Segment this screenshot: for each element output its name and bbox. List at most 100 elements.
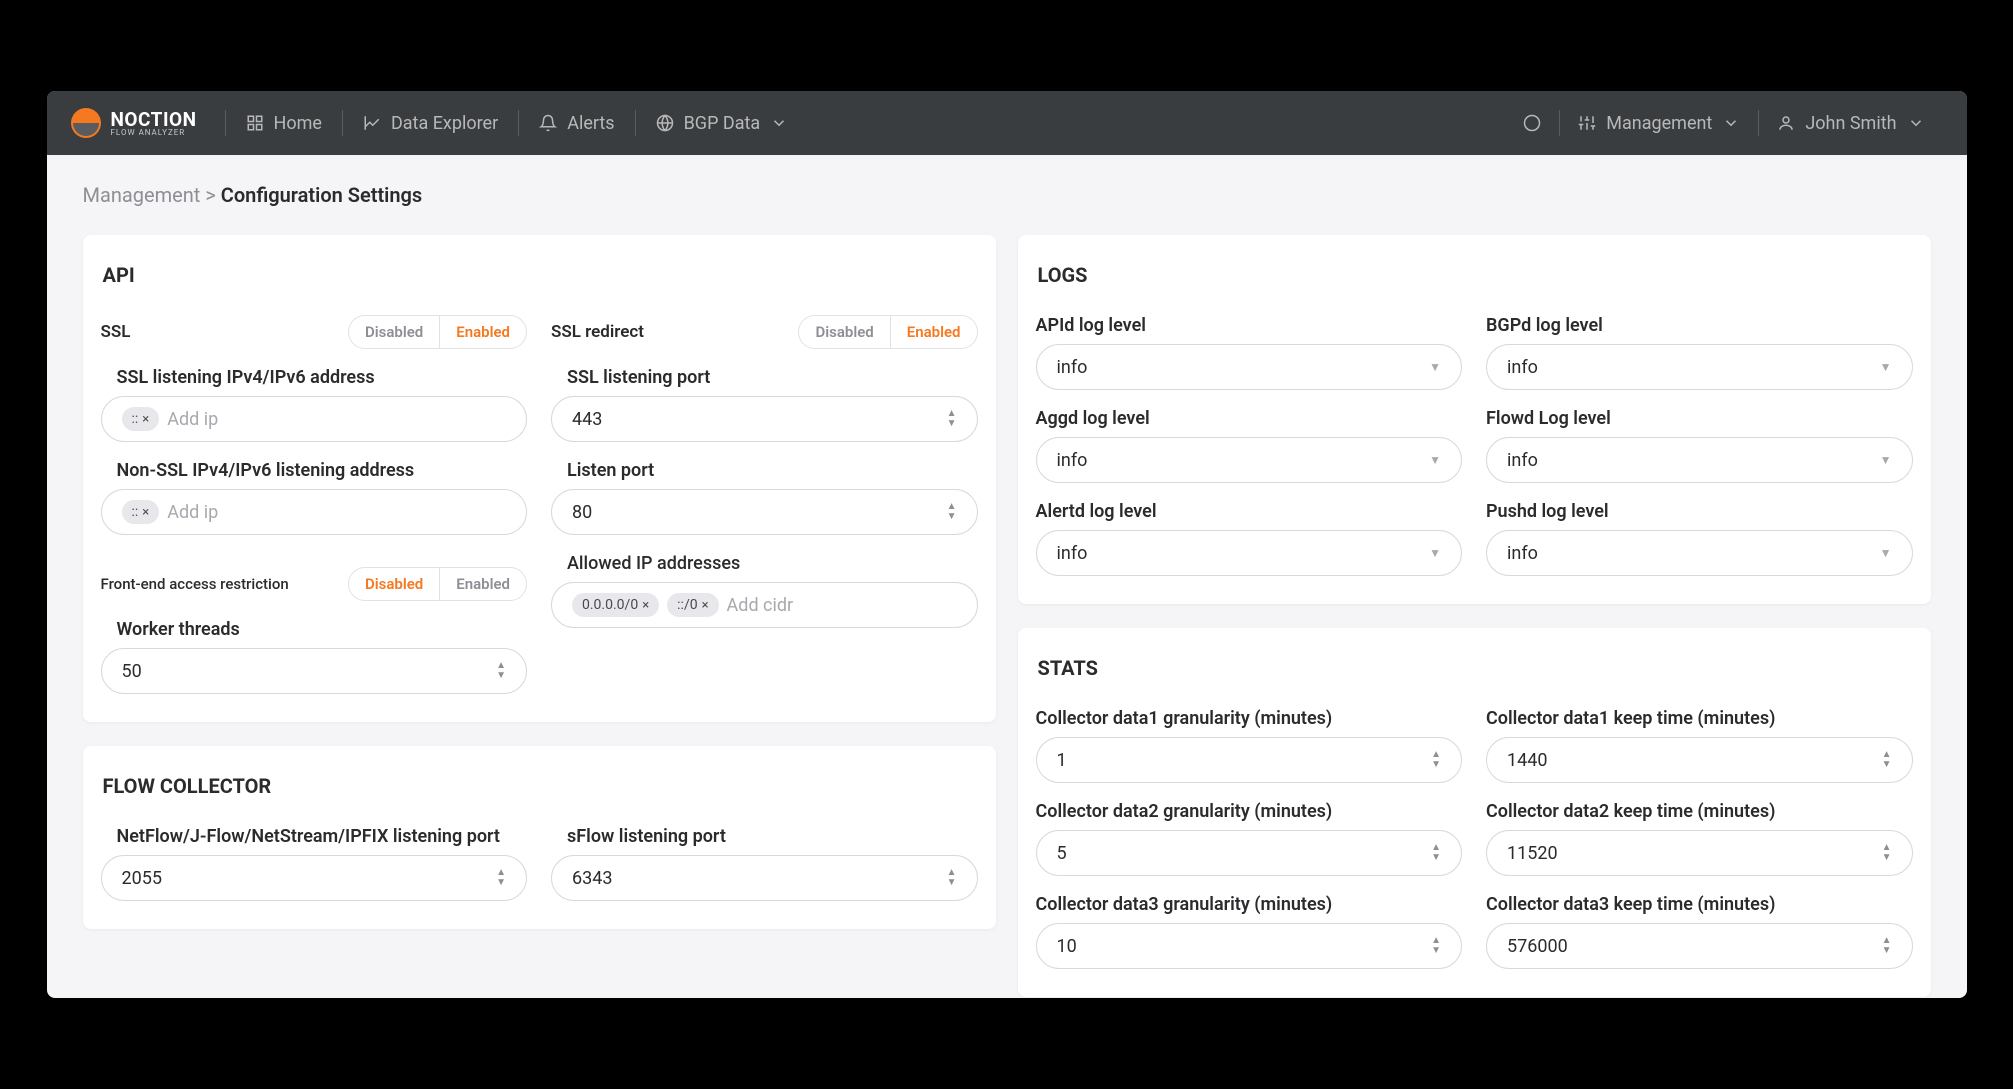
log-level-select[interactable]: info▼ bbox=[1036, 344, 1463, 390]
ssl-redirect-label: SSL redirect bbox=[551, 322, 644, 342]
nav-user-label: John Smith bbox=[1805, 113, 1896, 134]
breadcrumb-separator: > bbox=[205, 183, 215, 207]
nav-alerts-label: Alerts bbox=[567, 113, 614, 134]
chevron-down-icon bbox=[1722, 114, 1740, 132]
nav-chat[interactable] bbox=[1505, 105, 1559, 141]
stepper-icon[interactable]: ▲▼ bbox=[1882, 750, 1892, 770]
ssl-disabled[interactable]: Disabled bbox=[349, 316, 439, 348]
stepper-icon[interactable]: ▲▼ bbox=[1431, 750, 1441, 770]
ip-tag[interactable]: :: × bbox=[122, 407, 160, 431]
chart-icon bbox=[363, 114, 381, 132]
sflow-port-label: sFlow listening port bbox=[551, 826, 978, 847]
brand-name: NOCTION bbox=[111, 110, 197, 129]
stat-field-label: Collector data2 keep time (minutes) bbox=[1486, 801, 1913, 822]
stepper-icon[interactable]: ▲▼ bbox=[947, 868, 957, 888]
caret-down-icon: ▼ bbox=[1880, 360, 1892, 374]
chevron-down-icon bbox=[770, 114, 788, 132]
cidr-tag[interactable]: ::/0 × bbox=[667, 593, 718, 617]
nav-home-label: Home bbox=[274, 113, 322, 134]
nav-management[interactable]: Management bbox=[1560, 105, 1758, 141]
stat-field-label: Collector data1 keep time (minutes) bbox=[1486, 708, 1913, 729]
ssl-redirect-disabled[interactable]: Disabled bbox=[799, 316, 889, 348]
frontend-restriction-label: Front-end access restriction bbox=[101, 575, 289, 593]
card-stats: STATS Collector data1 granularity (minut… bbox=[1018, 628, 1931, 997]
card-stats-title: STATS bbox=[1036, 656, 1913, 680]
ssl-listening-addr-input[interactable]: :: × Add ip bbox=[101, 396, 528, 442]
netflow-port-label: NetFlow/J-Flow/NetStream/IPFIX listening… bbox=[101, 826, 528, 847]
cidr-placeholder: Add cidr bbox=[727, 595, 794, 616]
stat-field-label: Collector data1 granularity (minutes) bbox=[1036, 708, 1463, 729]
worker-threads-label: Worker threads bbox=[101, 619, 528, 640]
ssl-port-label: SSL listening port bbox=[551, 367, 978, 388]
stepper-icon[interactable]: ▲▼ bbox=[1882, 843, 1892, 863]
sliders-icon bbox=[1578, 114, 1596, 132]
stat-value-input[interactable]: 10▲▼ bbox=[1036, 923, 1463, 969]
ssl-port-input[interactable]: 443 ▲▼ bbox=[551, 396, 978, 442]
frontend-disabled[interactable]: Disabled bbox=[349, 568, 439, 600]
log-field-label: Pushd log level bbox=[1486, 501, 1913, 522]
tag-remove-icon[interactable]: × bbox=[142, 505, 149, 520]
ssl-toggle[interactable]: Disabled Enabled bbox=[348, 315, 527, 349]
stat-value-input[interactable]: 1▲▼ bbox=[1036, 737, 1463, 783]
nav-home[interactable]: Home bbox=[226, 105, 342, 141]
stat-value-input[interactable]: 5▲▼ bbox=[1036, 830, 1463, 876]
log-level-select[interactable]: info▼ bbox=[1486, 437, 1913, 483]
nonssl-addr-input[interactable]: :: × Add ip bbox=[101, 489, 528, 535]
breadcrumb-current: Configuration Settings bbox=[221, 183, 422, 207]
stepper-icon[interactable]: ▲▼ bbox=[496, 868, 506, 888]
tag-remove-icon[interactable]: × bbox=[702, 598, 709, 613]
worker-threads-input[interactable]: 50 ▲▼ bbox=[101, 648, 528, 694]
sflow-port-input[interactable]: 6343 ▲▼ bbox=[551, 855, 978, 901]
log-level-select[interactable]: info▼ bbox=[1486, 344, 1913, 390]
stepper-icon[interactable]: ▲▼ bbox=[496, 661, 506, 681]
logo[interactable]: NOCTION FLOW ANALYZER bbox=[71, 108, 197, 138]
breadcrumb: Management > Configuration Settings bbox=[47, 155, 1967, 207]
allowed-ips-input[interactable]: 0.0.0.0/0 × ::/0 × Add cidr bbox=[551, 582, 978, 628]
stepper-icon[interactable]: ▲▼ bbox=[1431, 843, 1441, 863]
frontend-toggle[interactable]: Disabled Enabled bbox=[348, 567, 527, 601]
card-api-title: API bbox=[101, 263, 978, 287]
breadcrumb-parent[interactable]: Management bbox=[83, 183, 201, 207]
log-level-select[interactable]: info▼ bbox=[1486, 530, 1913, 576]
brand-tagline: FLOW ANALYZER bbox=[111, 129, 197, 137]
nav-data-explorer[interactable]: Data Explorer bbox=[343, 105, 518, 141]
nonssl-addr-label: Non-SSL IPv4/IPv6 listening address bbox=[101, 460, 528, 481]
stepper-icon[interactable]: ▲▼ bbox=[947, 502, 957, 522]
home-icon bbox=[246, 114, 264, 132]
stepper-icon[interactable]: ▲▼ bbox=[1882, 936, 1892, 956]
frontend-enabled[interactable]: Enabled bbox=[440, 568, 526, 600]
ssl-redirect-enabled[interactable]: Enabled bbox=[891, 316, 977, 348]
tag-remove-icon[interactable]: × bbox=[642, 598, 649, 613]
logo-icon bbox=[71, 108, 101, 138]
stat-value-input[interactable]: 576000▲▼ bbox=[1486, 923, 1913, 969]
ssl-redirect-toggle[interactable]: Disabled Enabled bbox=[798, 315, 977, 349]
netflow-port-input[interactable]: 2055 ▲▼ bbox=[101, 855, 528, 901]
ssl-enabled[interactable]: Enabled bbox=[440, 316, 526, 348]
nav-user[interactable]: John Smith bbox=[1759, 105, 1942, 141]
ip-tag[interactable]: :: × bbox=[122, 500, 160, 524]
log-field-label: APId log level bbox=[1036, 315, 1463, 336]
stat-value-input[interactable]: 1440▲▼ bbox=[1486, 737, 1913, 783]
bell-icon bbox=[539, 114, 557, 132]
tag-remove-icon[interactable]: × bbox=[142, 412, 149, 427]
stat-value-input[interactable]: 11520▲▼ bbox=[1486, 830, 1913, 876]
card-flow-collector: FLOW COLLECTOR NetFlow/J-Flow/NetStream/… bbox=[83, 746, 996, 929]
log-level-select[interactable]: info▼ bbox=[1036, 437, 1463, 483]
caret-down-icon: ▼ bbox=[1429, 546, 1441, 560]
log-field-label: Aggd log level bbox=[1036, 408, 1463, 429]
nav-bgp-data-label: BGP Data bbox=[684, 113, 761, 134]
nav-bgp-data[interactable]: BGP Data bbox=[636, 105, 809, 141]
card-logs: LOGS APId log level info▼BGPd log level … bbox=[1018, 235, 1931, 604]
nav-data-explorer-label: Data Explorer bbox=[391, 113, 498, 134]
cidr-tag[interactable]: 0.0.0.0/0 × bbox=[572, 593, 659, 617]
log-level-select[interactable]: info▼ bbox=[1036, 530, 1463, 576]
stepper-icon[interactable]: ▲▼ bbox=[947, 409, 957, 429]
stepper-icon[interactable]: ▲▼ bbox=[1431, 936, 1441, 956]
listen-port-input[interactable]: 80 ▲▼ bbox=[551, 489, 978, 535]
ip-placeholder: Add ip bbox=[167, 409, 218, 430]
nav-alerts[interactable]: Alerts bbox=[519, 105, 634, 141]
user-icon bbox=[1777, 114, 1795, 132]
ssl-label: SSL bbox=[101, 322, 131, 342]
chat-icon bbox=[1523, 114, 1541, 132]
log-field-label: Flowd Log level bbox=[1486, 408, 1913, 429]
